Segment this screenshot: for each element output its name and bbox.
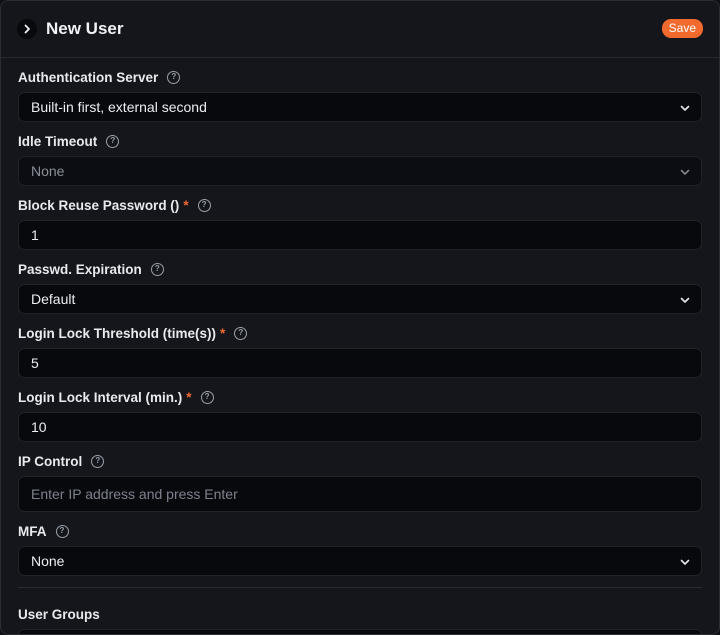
field-label-row: Idle Timeout ? <box>18 131 702 151</box>
field-label-row: Login Lock Threshold (time(s)) * ? <box>18 323 702 343</box>
chevron-down-icon <box>680 169 690 175</box>
required-marker: * <box>220 325 226 341</box>
help-icon[interactable]: ? <box>55 524 69 538</box>
help-icon[interactable]: ? <box>167 70 181 84</box>
block-reuse-label: Block Reuse Password () <box>18 197 180 213</box>
field-idle-timeout: Idle Timeout ? None <box>18 131 702 186</box>
ip-control-label: IP Control <box>18 453 83 469</box>
ip-control-input[interactable]: Enter IP address and press Enter <box>18 476 702 512</box>
lock-interval-value: 10 <box>31 419 47 435</box>
mfa-label: MFA <box>18 523 47 539</box>
field-lock-threshold: Login Lock Threshold (time(s)) * ? 5 <box>18 323 702 378</box>
help-icon[interactable]: ? <box>200 390 214 404</box>
user-groups-label: User Groups <box>18 606 100 622</box>
lock-interval-input[interactable]: 10 <box>18 412 702 442</box>
lock-threshold-value: 5 <box>31 355 39 371</box>
user-groups-select[interactable] <box>18 629 702 634</box>
ip-control-placeholder: Enter IP address and press Enter <box>31 486 238 502</box>
mfa-select[interactable]: None <box>18 546 702 576</box>
auth-server-value: Built-in first, external second <box>31 99 207 115</box>
help-icon[interactable]: ? <box>234 326 248 340</box>
lock-interval-label: Login Lock Interval (min.) <box>18 389 183 405</box>
idle-timeout-value: None <box>31 163 65 179</box>
chevron-down-icon <box>680 559 690 565</box>
section-divider <box>18 587 702 588</box>
idle-timeout-select[interactable]: None <box>18 156 702 186</box>
idle-timeout-label: Idle Timeout <box>18 133 98 149</box>
field-block-reuse: Block Reuse Password () * ? 1 <box>18 195 702 250</box>
field-label-row: Block Reuse Password () * ? <box>18 195 702 215</box>
help-icon[interactable]: ? <box>91 454 105 468</box>
help-icon[interactable]: ? <box>106 134 120 148</box>
field-label-row: IP Control ? <box>18 451 702 471</box>
user-groups-label-row: User Groups <box>18 604 702 624</box>
expand-toggle[interactable] <box>17 19 37 39</box>
field-mfa: MFA ? None <box>18 521 702 576</box>
block-reuse-input[interactable]: 1 <box>18 220 702 250</box>
lock-threshold-label: Login Lock Threshold (time(s)) <box>18 325 216 341</box>
help-icon[interactable]: ? <box>197 198 211 212</box>
help-icon[interactable]: ? <box>150 262 164 276</box>
chevron-right-icon <box>24 24 30 34</box>
passwd-expiration-select[interactable]: Default <box>18 284 702 314</box>
required-marker: * <box>186 389 192 405</box>
block-reuse-value: 1 <box>31 227 39 243</box>
auth-server-select[interactable]: Built-in first, external second <box>18 92 702 122</box>
chevron-down-icon <box>680 297 690 303</box>
field-label-row: Passwd. Expiration ? <box>18 259 702 279</box>
new-user-panel: New User Save Authentication Server ? Bu… <box>0 0 720 635</box>
panel-header: New User Save <box>1 1 719 58</box>
required-marker: * <box>183 197 189 213</box>
field-auth-server: Authentication Server ? Built-in first, … <box>18 67 702 122</box>
page-title: New User <box>46 19 124 38</box>
mfa-value: None <box>31 553 65 569</box>
form-body: Authentication Server ? Built-in first, … <box>1 67 719 634</box>
field-lock-interval: Login Lock Interval (min.) * ? 10 <box>18 387 702 442</box>
field-ip-control: IP Control ? Enter IP address and press … <box>18 451 702 512</box>
field-label-row: Login Lock Interval (min.) * ? <box>18 387 702 407</box>
field-label-row: Authentication Server ? <box>18 67 702 87</box>
lock-threshold-input[interactable]: 5 <box>18 348 702 378</box>
passwd-expiration-value: Default <box>31 291 76 307</box>
field-label-row: MFA ? <box>18 521 702 541</box>
auth-server-label: Authentication Server <box>18 69 159 85</box>
passwd-expiration-label: Passwd. Expiration <box>18 261 142 277</box>
field-passwd-expiration: Passwd. Expiration ? Default <box>18 259 702 314</box>
chevron-down-icon <box>680 105 690 111</box>
save-button[interactable]: Save <box>661 19 703 38</box>
